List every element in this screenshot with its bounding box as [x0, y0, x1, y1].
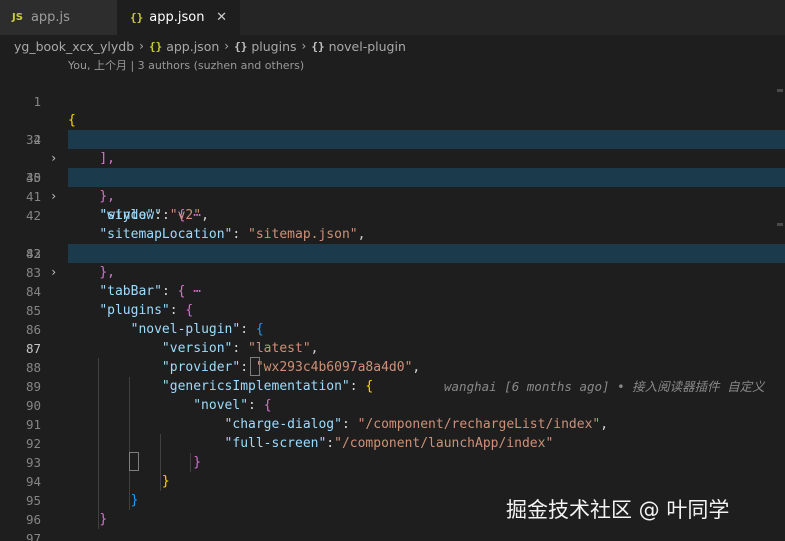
breadcrumb-novel-plugin[interactable]: novel-plugin	[329, 39, 406, 54]
code-line[interactable]: 90 "charge-dialog": "/component/recharge…	[0, 377, 785, 432]
close-icon[interactable]: ✕	[216, 10, 227, 25]
chevron-right-icon: ›	[139, 39, 144, 53]
code-line[interactable]: 92 }	[0, 415, 785, 470]
code-line[interactable]: 87 "provider": "wx293c4b6097a8a4d0", wan…	[0, 320, 785, 394]
codelens-authors[interactable]: You, 上个月 | 3 authors (suzhen and others)	[68, 57, 304, 73]
chevron-right-icon: ›	[224, 39, 230, 53]
scrollbar-marker	[777, 89, 783, 92]
javascript-file-icon: JS	[12, 12, 23, 23]
breadcrumb-file[interactable]: app.json	[166, 39, 219, 54]
editor-window: JS app.js {} app.json ✕ yg_book_xcx_ylyd…	[0, 0, 785, 541]
code-line[interactable]: 94 }	[0, 453, 785, 508]
breadcrumb: yg_book_xcx_ylydb › {} app.json › {} plu…	[14, 37, 406, 55]
line-number: 97	[25, 531, 41, 541]
code-line[interactable]: 84 "plugins": {	[0, 263, 785, 318]
tab-bar: JS app.js {} app.json ✕	[0, 0, 785, 35]
code-line[interactable]: 2 › "pages": [ ⋯	[0, 92, 785, 185]
breadcrumb-plugins[interactable]: plugins	[251, 39, 296, 54]
breadcrumb-folder[interactable]: yg_book_xcx_ylydb	[14, 39, 134, 54]
object-icon: {}	[311, 39, 325, 53]
code-line[interactable]: 83	[0, 244, 785, 280]
code-line[interactable]: 40 },	[0, 149, 785, 204]
code-line[interactable]: 41 "style": "v2",	[0, 168, 785, 223]
watermark-text: 掘金技术社区 @ 叶同学	[506, 498, 730, 522]
chevron-right-icon: ›	[301, 39, 307, 53]
code-line[interactable]: 86 "version": "latest",	[0, 301, 785, 356]
tab-app-js[interactable]: JS app.js	[0, 0, 118, 35]
json-file-icon: {}	[148, 39, 163, 53]
tab-app-json[interactable]: {} app.json ✕	[118, 0, 240, 35]
json-file-icon: {}	[130, 11, 144, 24]
code-editor[interactable]: 1 { 2 › "pages": [ ⋯ 34 ], 35 › "window"…	[0, 73, 785, 541]
code-line[interactable]: 91 "full-screen":"/component/launchApp/i…	[0, 396, 785, 451]
tab-label: app.js	[30, 10, 70, 25]
code-line[interactable]: 82 },	[0, 225, 785, 280]
tab-label: app.json	[149, 10, 205, 25]
scrollbar-marker	[777, 223, 783, 226]
code-line[interactable]: 35 › "window": { ⋯	[0, 130, 785, 223]
code-line[interactable]: 85 "novel-plugin": {	[0, 282, 785, 337]
code-line[interactable]: 95 }	[0, 472, 785, 527]
code-line[interactable]: 43 › "tabBar": { ⋯	[0, 206, 785, 299]
code-line[interactable]: 42 "sitemapLocation": "sitemap.json",	[0, 187, 785, 242]
code-line[interactable]: 93 }	[0, 434, 785, 489]
code-line[interactable]: 88 "genericsImplementation": {	[0, 339, 785, 394]
code-line[interactable]: 1 {	[0, 73, 785, 128]
code-line[interactable]: 34 ],	[0, 111, 785, 166]
object-icon: {}	[234, 39, 248, 53]
code-line[interactable]: 89 "novel": {	[0, 358, 785, 413]
